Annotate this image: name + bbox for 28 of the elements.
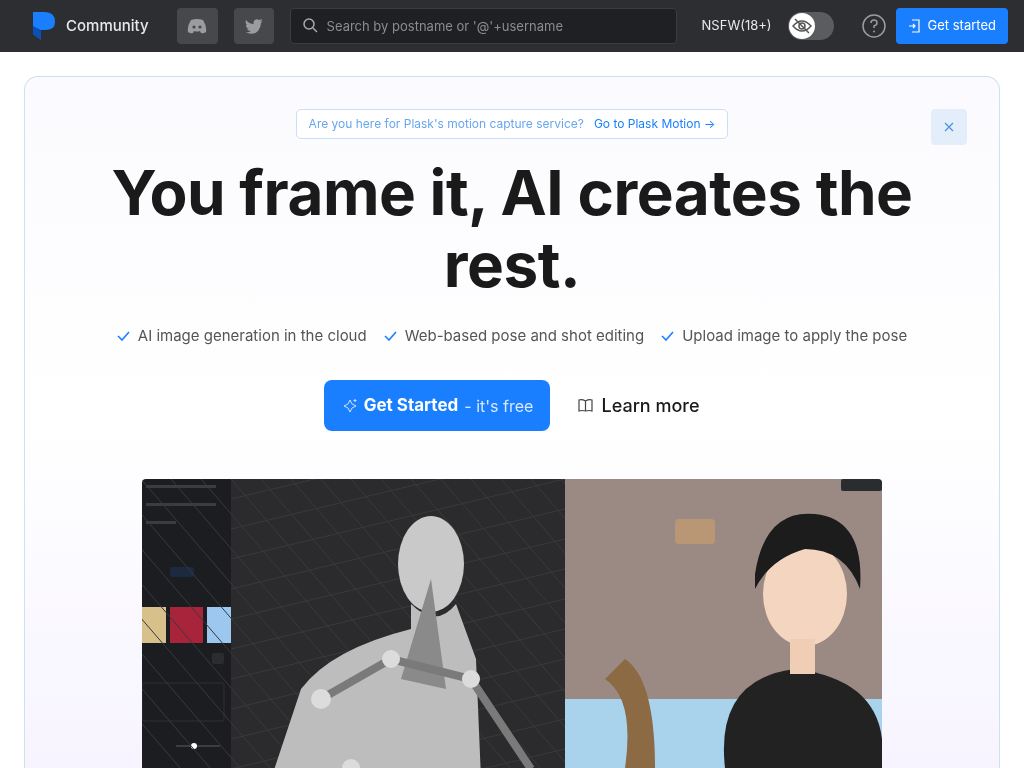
feature-text: AI image generation in the cloud [137, 324, 367, 347]
check-icon [116, 330, 130, 341]
search-field[interactable]: Search by postname or '@'+username [289, 8, 677, 44]
logo-icon[interactable] [33, 12, 55, 40]
nsfw-label: NSFW(18+) [701, 16, 772, 36]
sparkle-icon [341, 397, 358, 414]
eye-slash-icon [791, 18, 812, 34]
chat-bubble-icon [187, 18, 208, 34]
search-icon [302, 18, 318, 33]
feature-text: Web-based pose and shot editing [404, 324, 645, 347]
help-icon[interactable] [861, 14, 886, 38]
discord-button[interactable] [176, 8, 218, 44]
get-started-free-button[interactable]: Get Started - it's free [324, 380, 551, 431]
close-icon [944, 122, 954, 132]
sign-in-icon [907, 19, 920, 33]
brand-name[interactable]: Community [66, 14, 149, 38]
check-icon [661, 330, 675, 341]
check-icon [383, 330, 397, 341]
feature-text: Upload image to apply the pose [682, 324, 908, 347]
book-icon [578, 399, 594, 412]
bird-icon [244, 18, 263, 34]
learn-more-link[interactable]: Learn more [578, 392, 700, 419]
nsfw-toggle[interactable] [787, 12, 834, 40]
hero-title: You frame it, AI creates the rest. [110, 156, 914, 301]
twitter-button[interactable] [233, 8, 274, 44]
get-started-button[interactable]: Get started [895, 8, 1008, 44]
plask-motion-link[interactable]: Go to Plask Motion → [593, 114, 716, 133]
notice-text: Are you here for Plask's motion capture service? [308, 114, 584, 133]
